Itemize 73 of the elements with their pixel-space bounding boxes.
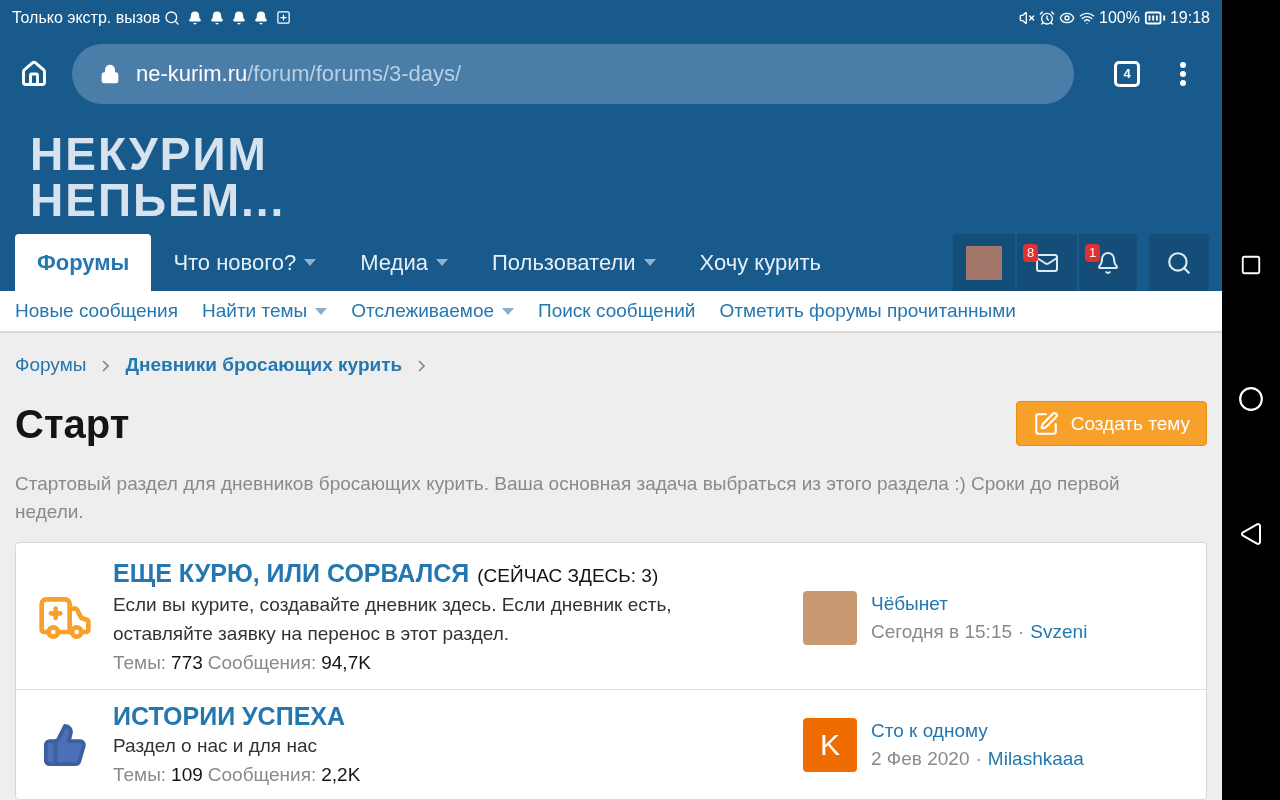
online-count: (СЕЙЧАС ЗДЕСЬ: 3) xyxy=(477,564,659,588)
home-button[interactable] xyxy=(20,59,48,88)
alerts-button[interactable]: 1 xyxy=(1079,234,1137,292)
alarm-icon xyxy=(1039,9,1056,26)
page-title: Старт xyxy=(15,401,130,448)
chevron-icon xyxy=(102,359,110,372)
search-icon xyxy=(164,9,181,26)
separator-dot: · xyxy=(975,747,982,772)
last-poster-link[interactable]: Svzeni xyxy=(1030,618,1088,646)
chevron-icon xyxy=(418,359,426,372)
separator-dot: · xyxy=(1018,620,1025,644)
clock: 19:18 xyxy=(1169,7,1210,28)
recents-button[interactable] xyxy=(1240,254,1262,276)
url-host: ne-kurim.ru xyxy=(136,60,248,89)
stat-label: Темы: xyxy=(113,651,167,675)
last-post-date: Сегодня в 15:15 xyxy=(871,620,1012,644)
thumbs-up-icon xyxy=(41,722,88,769)
nav-tab[interactable]: Форумы xyxy=(15,234,152,292)
stat-value: 94,7K xyxy=(321,651,371,675)
messages-badge: 8 xyxy=(1023,244,1039,263)
nav-tab[interactable]: Медиа xyxy=(338,234,470,292)
forum-description: Раздел о нас и для нас xyxy=(113,734,318,758)
stat-label: Сообщения: xyxy=(207,651,317,675)
edit-icon xyxy=(1032,411,1059,437)
nav-tab[interactable]: Что нового? xyxy=(151,234,339,292)
lock-icon xyxy=(100,63,120,84)
messages-button[interactable]: 8 xyxy=(1017,234,1077,292)
sub-nav-link[interactable]: Отметить форумы прочитанными xyxy=(719,297,1016,326)
stat-label: Сообщения: xyxy=(207,763,317,787)
forum-title-link[interactable]: ИСТОРИИ УСПЕХА xyxy=(113,702,346,731)
avatar-photo xyxy=(966,245,1002,280)
back-button[interactable] xyxy=(1239,522,1263,546)
nav-tab[interactable]: Хочу курить xyxy=(677,234,844,292)
nav-tab[interactable]: Пользователи xyxy=(470,234,678,292)
stat-value: 2,2K xyxy=(321,763,361,787)
breadcrumb-link[interactable]: Дневники бросающих курить xyxy=(125,351,403,380)
bell-icon xyxy=(232,10,247,25)
sub-nav-link[interactable]: Поиск сообщений xyxy=(538,297,696,326)
mute-icon xyxy=(1019,9,1036,26)
bell-icon xyxy=(1096,250,1120,275)
logo-text: НЕПЬЕМ... xyxy=(30,177,287,224)
alerts-badge: 1 xyxy=(1085,244,1101,263)
breadcrumb-link[interactable]: Форумы xyxy=(15,351,87,380)
stat-label: Темы: xyxy=(113,763,167,787)
forum-description: Если вы курите, создавайте дневник здесь. Если дневник есть, оставляйте заявку на перенос в этот раздел. xyxy=(113,593,673,646)
avatar-photo xyxy=(803,591,857,645)
logo-text: НЕКУРИМ xyxy=(30,131,269,178)
forum-title-link[interactable]: ЕЩЕ КУРЮ, ИЛИ СОРВАЛСЯ xyxy=(113,559,470,588)
sub-nav-link[interactable]: Отслеживаемое xyxy=(351,297,515,326)
sub-nav-link[interactable]: Новые сообщения xyxy=(15,297,178,326)
last-thread-link[interactable]: Сто к одному xyxy=(871,717,1084,746)
stat-value: 109 xyxy=(171,763,203,787)
notification-icon xyxy=(276,10,292,26)
last-thread-link[interactable]: Чёбынет xyxy=(871,590,1088,618)
bell-icon xyxy=(254,10,269,25)
home-button[interactable] xyxy=(1238,386,1264,412)
search-icon xyxy=(1166,249,1192,276)
section-description: Стартовый раздел для дневников бросающих курить. Ваша основная задача выбраться из этого раздела :) Сроки до первой недели. xyxy=(15,472,1121,524)
last-poster-link[interactable]: Milashkaaa xyxy=(987,745,1084,774)
search-button[interactable] xyxy=(1149,234,1209,292)
bell-icon xyxy=(210,10,225,25)
last-post-date: 2 Фев 2020 xyxy=(871,747,970,772)
stat-value: 773 xyxy=(171,651,203,675)
menu-button[interactable] xyxy=(1180,61,1186,86)
letter-avatar: K xyxy=(803,718,857,773)
address-bar[interactable]: ne-kurim.ru/forum/forums/3-days/ xyxy=(72,43,1074,104)
bell-icon xyxy=(188,10,203,25)
url-path: /forum/forums/3-days/ xyxy=(247,60,462,89)
menu-icon xyxy=(1180,61,1186,86)
sub-nav-link[interactable]: Найти темы xyxy=(202,297,328,326)
status-text: Только экстр. вызов xyxy=(12,7,161,28)
battery-percent: 100% xyxy=(1099,7,1140,28)
tab-count-button[interactable]: 4 xyxy=(1114,60,1140,87)
